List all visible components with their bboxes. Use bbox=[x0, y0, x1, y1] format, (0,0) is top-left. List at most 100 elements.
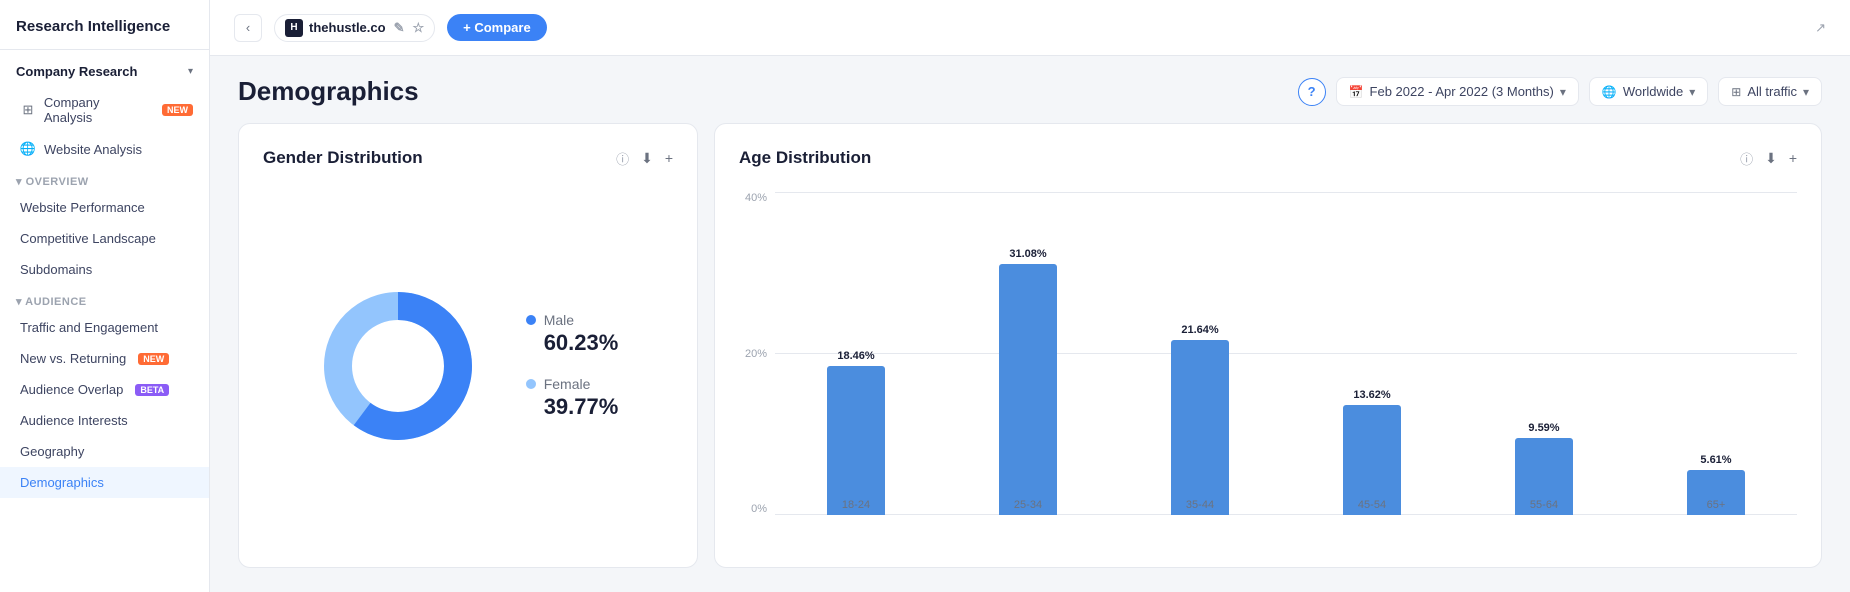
bar-label-top-0: 18.46% bbox=[837, 350, 874, 362]
bar-x-label-1: 25-34 bbox=[1014, 499, 1042, 511]
age-chart-title: Age Distribution bbox=[739, 148, 1732, 168]
sidebar-item-geography[interactable]: Geography bbox=[0, 436, 209, 467]
charts-row: Gender Distribution ⓘ ⬇ + bbox=[210, 123, 1850, 592]
gender-add-icon[interactable]: + bbox=[665, 150, 673, 166]
bar-group-18-24: 18.46% 18-24 bbox=[775, 192, 937, 515]
traffic-icon: ⊞ bbox=[1731, 85, 1741, 99]
bar-x-label-0: 18-24 bbox=[842, 499, 870, 511]
gender-chart-title: Gender Distribution bbox=[263, 148, 608, 168]
gender-chart-card: Gender Distribution ⓘ ⬇ + bbox=[238, 123, 698, 568]
globe-icon: 🌐 bbox=[20, 141, 36, 157]
sidebar-item-subdomains[interactable]: Subdomains bbox=[0, 254, 209, 285]
help-button[interactable]: ? bbox=[1298, 78, 1326, 106]
bar-fill-0 bbox=[827, 366, 885, 515]
gender-chart-header: Gender Distribution ⓘ ⬇ + bbox=[263, 148, 673, 168]
age-download-icon[interactable]: ⬇ bbox=[1765, 150, 1777, 167]
company-research-label: Company Research bbox=[16, 64, 137, 79]
female-label: Female bbox=[544, 376, 591, 392]
bar-x-label-3: 45-54 bbox=[1358, 499, 1386, 511]
website-analysis-label: Website Analysis bbox=[44, 142, 142, 157]
sidebar-item-audience-interests[interactable]: Audience Interests bbox=[0, 405, 209, 436]
new-badge-2: NEW bbox=[138, 353, 169, 365]
chevron-down-icon-traffic: ▾ bbox=[1803, 85, 1809, 99]
gender-info-icon[interactable]: ⓘ bbox=[616, 149, 629, 168]
bar-label-top-3: 13.62% bbox=[1353, 389, 1390, 401]
company-analysis-label: Company Analysis bbox=[44, 95, 150, 125]
region-dropdown[interactable]: 🌐 Worldwide ▾ bbox=[1589, 77, 1708, 106]
legend-item-female: Female 39.77% bbox=[526, 376, 619, 420]
website-performance-label: Website Performance bbox=[20, 200, 145, 215]
region-label: Worldwide bbox=[1623, 84, 1683, 99]
back-button[interactable]: ‹ bbox=[234, 14, 262, 42]
header-controls: ? 📅 Feb 2022 - Apr 2022 (3 Months) ▾ 🌐 W… bbox=[1298, 77, 1822, 106]
competitive-landscape-label: Competitive Landscape bbox=[20, 231, 156, 246]
bar-label-top-5: 5.61% bbox=[1700, 454, 1731, 466]
date-range-dropdown[interactable]: 📅 Feb 2022 - Apr 2022 (3 Months) ▾ bbox=[1336, 77, 1579, 106]
sidebar-item-demographics[interactable]: Demographics bbox=[0, 467, 209, 498]
bar-group-55-64: 9.59% 55-64 bbox=[1463, 192, 1625, 515]
sidebar-item-new-vs-returning[interactable]: New vs. Returning NEW bbox=[0, 343, 209, 374]
chevron-down-icon: ▾ bbox=[188, 66, 193, 77]
female-dot bbox=[526, 379, 536, 389]
site-pill[interactable]: H thehustle.co ✎ ☆ bbox=[274, 14, 435, 42]
bar-label-top-2: 21.64% bbox=[1181, 324, 1218, 336]
edit-icon[interactable]: ✎ bbox=[394, 20, 405, 36]
sidebar: Research Intelligence Company Research ▾… bbox=[0, 0, 210, 592]
male-label: Male bbox=[544, 312, 574, 328]
legend-item-male: Male 60.23% bbox=[526, 312, 619, 356]
age-info-icon[interactable]: ⓘ bbox=[1740, 149, 1753, 168]
gender-download-icon[interactable]: ⬇ bbox=[641, 150, 653, 167]
gender-donut-area: Male 60.23% Female 39.77% bbox=[263, 188, 673, 543]
app-title: Research Intelligence bbox=[0, 0, 209, 50]
page-header: Demographics ? 📅 Feb 2022 - Apr 2022 (3 … bbox=[210, 56, 1850, 123]
bar-group-45-54: 13.62% 45-54 bbox=[1291, 192, 1453, 515]
bar-label-top-1: 31.08% bbox=[1009, 248, 1046, 260]
male-dot bbox=[526, 315, 536, 325]
y-label-40: 40% bbox=[739, 192, 767, 204]
traffic-label: Traffic and Engagement bbox=[20, 320, 158, 335]
demographics-label: Demographics bbox=[20, 475, 104, 490]
bar-label-top-4: 9.59% bbox=[1528, 422, 1559, 434]
age-add-icon[interactable]: + bbox=[1789, 150, 1797, 166]
bar-x-label-4: 55-64 bbox=[1530, 499, 1558, 511]
audience-interests-label: Audience Interests bbox=[20, 413, 128, 428]
site-name: thehustle.co bbox=[309, 20, 386, 35]
sidebar-item-traffic[interactable]: Traffic and Engagement bbox=[0, 312, 209, 343]
sidebar-item-company-analysis[interactable]: ⊞ Company Analysis NEW bbox=[0, 87, 209, 133]
audience-overlap-label: Audience Overlap bbox=[20, 382, 123, 397]
gender-legend: Male 60.23% Female 39.77% bbox=[526, 312, 619, 420]
y-label-0: 0% bbox=[739, 503, 767, 515]
expand-icon[interactable]: ↗ bbox=[1815, 20, 1826, 36]
traffic-dropdown[interactable]: ⊞ All traffic ▾ bbox=[1718, 77, 1822, 106]
female-value: 39.77% bbox=[526, 394, 619, 420]
company-research-section[interactable]: Company Research ▾ bbox=[0, 50, 209, 87]
grid-icon: ⊞ bbox=[20, 102, 36, 118]
topbar: ‹ H thehustle.co ✎ ☆ + Compare ↗ bbox=[210, 0, 1850, 56]
date-range-label: Feb 2022 - Apr 2022 (3 Months) bbox=[1370, 84, 1554, 99]
age-bar-chart: 0% 20% 40% 18.46% 18-24 bbox=[739, 188, 1797, 543]
sidebar-item-audience-overlap[interactable]: Audience Overlap BETA bbox=[0, 374, 209, 405]
sidebar-item-website-analysis[interactable]: 🌐 Website Analysis bbox=[0, 133, 209, 165]
subdomains-label: Subdomains bbox=[20, 262, 92, 277]
age-chart-card: Age Distribution ⓘ ⬇ + 0% 20% 40% bbox=[714, 123, 1822, 568]
page-title: Demographics bbox=[238, 76, 1298, 107]
gender-donut-chart bbox=[318, 286, 478, 446]
bar-group-25-34: 31.08% 25-34 bbox=[947, 192, 1109, 515]
beta-badge: BETA bbox=[135, 384, 169, 396]
traffic-label: All traffic bbox=[1747, 84, 1797, 99]
chevron-down-icon-date: ▾ bbox=[1560, 85, 1566, 99]
chevron-down-icon-region: ▾ bbox=[1689, 85, 1695, 99]
calendar-icon: 📅 bbox=[1349, 85, 1364, 99]
age-chart-header: Age Distribution ⓘ ⬇ + bbox=[739, 148, 1797, 168]
star-icon[interactable]: ☆ bbox=[412, 20, 424, 36]
compare-button[interactable]: + Compare bbox=[447, 14, 547, 41]
new-badge: NEW bbox=[162, 104, 193, 116]
bar-fill-2 bbox=[1171, 340, 1229, 515]
new-vs-returning-label: New vs. Returning bbox=[20, 351, 126, 366]
audience-label: ▾ Audience bbox=[16, 296, 87, 308]
sidebar-item-competitive-landscape[interactable]: Competitive Landscape bbox=[0, 223, 209, 254]
sidebar-item-website-performance[interactable]: Website Performance bbox=[0, 192, 209, 223]
site-favicon: H bbox=[285, 19, 303, 37]
bar-x-label-2: 35-44 bbox=[1186, 499, 1214, 511]
overview-sub-header: ▾ Overview bbox=[0, 165, 209, 192]
